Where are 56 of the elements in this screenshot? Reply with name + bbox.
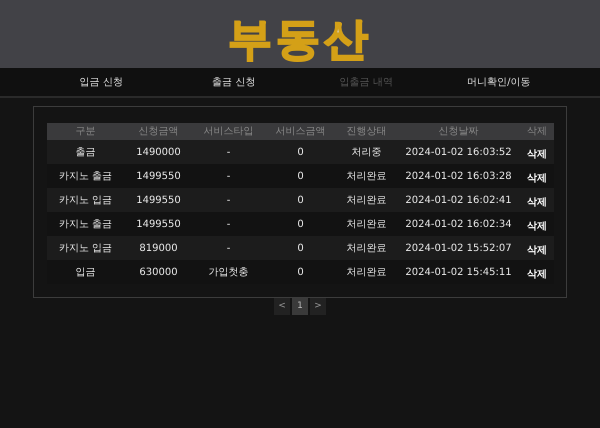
table-cell: 처리완료 — [336, 188, 396, 212]
table-cell: 처리완료 — [336, 212, 396, 236]
table-cell: 2024-01-02 15:52:07 — [396, 236, 520, 260]
table-cell: 2024-01-02 16:02:41 — [396, 188, 520, 212]
table-cell: 2024-01-02 16:02:34 — [396, 212, 520, 236]
table-cell: 630000 — [124, 260, 192, 284]
table-cell: 처리완료 — [336, 164, 396, 188]
nav-tab[interactable]: 입금 신청 — [35, 74, 168, 90]
table-cell: 2024-01-02 15:45:11 — [396, 260, 520, 284]
column-header: 삭제 — [520, 123, 554, 140]
table-cell: 819000 — [124, 236, 192, 260]
column-header: 구분 — [46, 123, 124, 140]
delete-button[interactable]: 삭제 — [527, 219, 547, 234]
delete-button[interactable]: 삭제 — [527, 195, 547, 210]
table-cell: - — [192, 212, 264, 236]
table-cell: 카지노 출금 — [46, 164, 124, 188]
column-header: 신청금액 — [124, 123, 192, 140]
table-cell: 0 — [264, 140, 336, 164]
table-cell: 카지노 입금 — [46, 188, 124, 212]
table-cell: 카지노 입금 — [46, 236, 124, 260]
delete-button[interactable]: 삭제 — [527, 267, 547, 282]
column-header: 신청날짜 — [396, 123, 520, 140]
table-cell: - — [192, 140, 264, 164]
table-cell: 2024-01-02 16:03:28 — [396, 164, 520, 188]
table-cell: 0 — [264, 188, 336, 212]
nav-tab[interactable]: 머니확인/이동 — [432, 74, 565, 90]
column-header: 서비스타입 — [192, 123, 264, 140]
table-cell: 0 — [264, 164, 336, 188]
table-cell: 처리중 — [336, 140, 396, 164]
table-cell: - — [192, 164, 264, 188]
table-cell: 0 — [264, 260, 336, 284]
table-cell: - — [192, 236, 264, 260]
table-cell: 1490000 — [124, 140, 192, 164]
table-cell: 0 — [264, 212, 336, 236]
nav-tab[interactable]: 출금 신청 — [168, 74, 300, 90]
page-button[interactable]: < — [274, 298, 290, 315]
page-button[interactable]: > — [310, 298, 326, 315]
table-cell: 1499550 — [124, 212, 192, 236]
table-cell: 1499550 — [124, 164, 192, 188]
table-cell: 출금 — [46, 140, 124, 164]
table-cell: 처리완료 — [336, 260, 396, 284]
table-cell: - — [192, 188, 264, 212]
delete-button[interactable]: 삭제 — [527, 147, 547, 162]
column-header: 서비스금액 — [264, 123, 336, 140]
table-cell: 2024-01-02 16:03:52 — [396, 140, 520, 164]
table-cell: 처리완료 — [336, 236, 396, 260]
table-cell: 입금 — [46, 260, 124, 284]
table-cell: 카지노 출금 — [46, 212, 124, 236]
table-cell: 1499550 — [124, 188, 192, 212]
delete-button[interactable]: 삭제 — [527, 171, 547, 186]
table-cell: 0 — [264, 236, 336, 260]
site-logo[interactable]: 부동산 — [228, 18, 372, 62]
page-button[interactable]: 1 — [292, 298, 308, 315]
column-header: 진행상태 — [336, 123, 396, 140]
table-cell: 가입첫충 — [192, 260, 264, 284]
delete-button[interactable]: 삭제 — [527, 243, 547, 258]
